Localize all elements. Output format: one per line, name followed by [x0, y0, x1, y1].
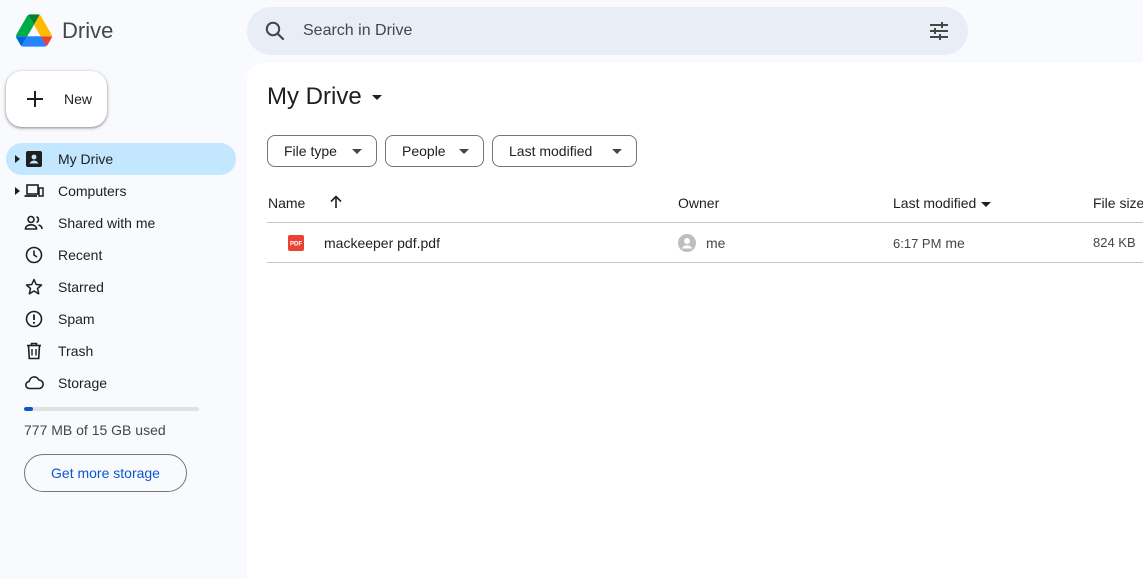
expand-caret-icon[interactable]: [15, 187, 20, 195]
sidebar-item-label: Trash: [58, 343, 94, 359]
drive-app: Drive New: [0, 0, 1143, 579]
my-drive-icon: [26, 151, 42, 167]
star-icon: [25, 278, 43, 295]
new-button-label: New: [64, 91, 93, 107]
filter-label: File type: [284, 143, 337, 159]
avatar-icon: [678, 234, 696, 252]
file-name: mackeeper pdf.pdf: [324, 235, 440, 251]
owner-name: me: [706, 235, 726, 251]
sidebar-item-starred[interactable]: Starred: [6, 271, 236, 303]
app-name: Drive: [62, 17, 114, 43]
chevron-down-icon: [371, 94, 382, 100]
filter-label: People: [402, 143, 446, 159]
spam-icon: [25, 310, 43, 328]
sidebar-item-label: Starred: [58, 279, 104, 295]
tune-icon[interactable]: [927, 19, 951, 43]
sidebar-item-label: My Drive: [58, 151, 114, 167]
google-drive-logo-icon: [16, 14, 52, 47]
sidebar-item-label: Shared with me: [58, 215, 156, 231]
page-title-dropdown[interactable]: My Drive: [267, 83, 382, 111]
search-input[interactable]: [303, 7, 903, 55]
search-icon[interactable]: [263, 19, 287, 43]
page-title: My Drive: [267, 83, 362, 110]
filter-last-modified[interactable]: Last modified: [492, 135, 637, 167]
modified-time: 6:17 PM: [893, 236, 942, 251]
sidebar-item-label: Recent: [58, 247, 103, 263]
column-header-name[interactable]: Name: [268, 195, 305, 211]
plus-icon: [27, 91, 43, 107]
chevron-down-icon: [612, 149, 622, 154]
table-row[interactable]: PDF mackeeper pdf.pdf me 6:17 PM me 824 …: [267, 223, 1143, 263]
chevron-down-icon: [352, 149, 362, 154]
sidebar-item-spam[interactable]: Spam: [6, 303, 236, 335]
storage-usage-text: 777 MB of 15 GB used: [24, 422, 166, 438]
filter-label: Last modified: [509, 143, 593, 159]
computers-icon: [24, 184, 44, 197]
file-size: 824 KB: [1093, 235, 1136, 250]
column-header-file-size[interactable]: File size: [1093, 195, 1143, 211]
caret-down-icon: [981, 201, 992, 207]
clock-icon: [25, 246, 43, 264]
trash-icon: [27, 342, 41, 360]
new-button[interactable]: New: [6, 71, 107, 127]
pdf-icon: PDF: [288, 235, 304, 251]
storage-usage-fill: [24, 407, 33, 411]
modified-by: me: [945, 235, 965, 251]
people-icon: [24, 215, 43, 230]
sidebar-item-trash[interactable]: Trash: [6, 335, 236, 367]
main-panel: My Drive File type People Last modified …: [247, 63, 1143, 579]
sidebar-item-label: Spam: [58, 311, 95, 327]
cloud-icon: [25, 376, 44, 390]
svg-text:PDF: PDF: [290, 242, 302, 248]
sidebar-item-shared-with-me[interactable]: Shared with me: [6, 207, 236, 239]
last-modified-cell: 6:17 PM me: [893, 235, 965, 251]
column-header-last-modified[interactable]: Last modified: [893, 195, 992, 211]
storage-usage-bar: [24, 407, 199, 411]
sidebar-item-label: Storage: [58, 375, 108, 391]
drive-logo[interactable]: Drive: [16, 14, 113, 47]
filter-people[interactable]: People: [385, 135, 484, 167]
search-bar[interactable]: [247, 7, 968, 55]
arrow-up-icon[interactable]: [328, 194, 344, 210]
expand-caret-icon[interactable]: [15, 155, 20, 163]
sidebar-item-my-drive[interactable]: My Drive: [6, 143, 236, 175]
chevron-down-icon: [459, 149, 469, 154]
filter-file-type[interactable]: File type: [267, 135, 377, 167]
get-more-storage-button[interactable]: Get more storage: [24, 454, 187, 492]
sidebar-item-computers[interactable]: Computers: [6, 175, 236, 207]
column-header-label: Last modified: [893, 195, 977, 211]
file-table-header: Name Owner Last modified File size: [267, 185, 1143, 223]
sidebar-nav: My Drive Computers Shared with me Recent…: [0, 143, 246, 399]
column-header-owner[interactable]: Owner: [678, 195, 719, 211]
sidebar-item-recent[interactable]: Recent: [6, 239, 236, 271]
sidebar-item-storage[interactable]: Storage: [6, 367, 236, 399]
sidebar-item-label: Computers: [58, 183, 127, 199]
